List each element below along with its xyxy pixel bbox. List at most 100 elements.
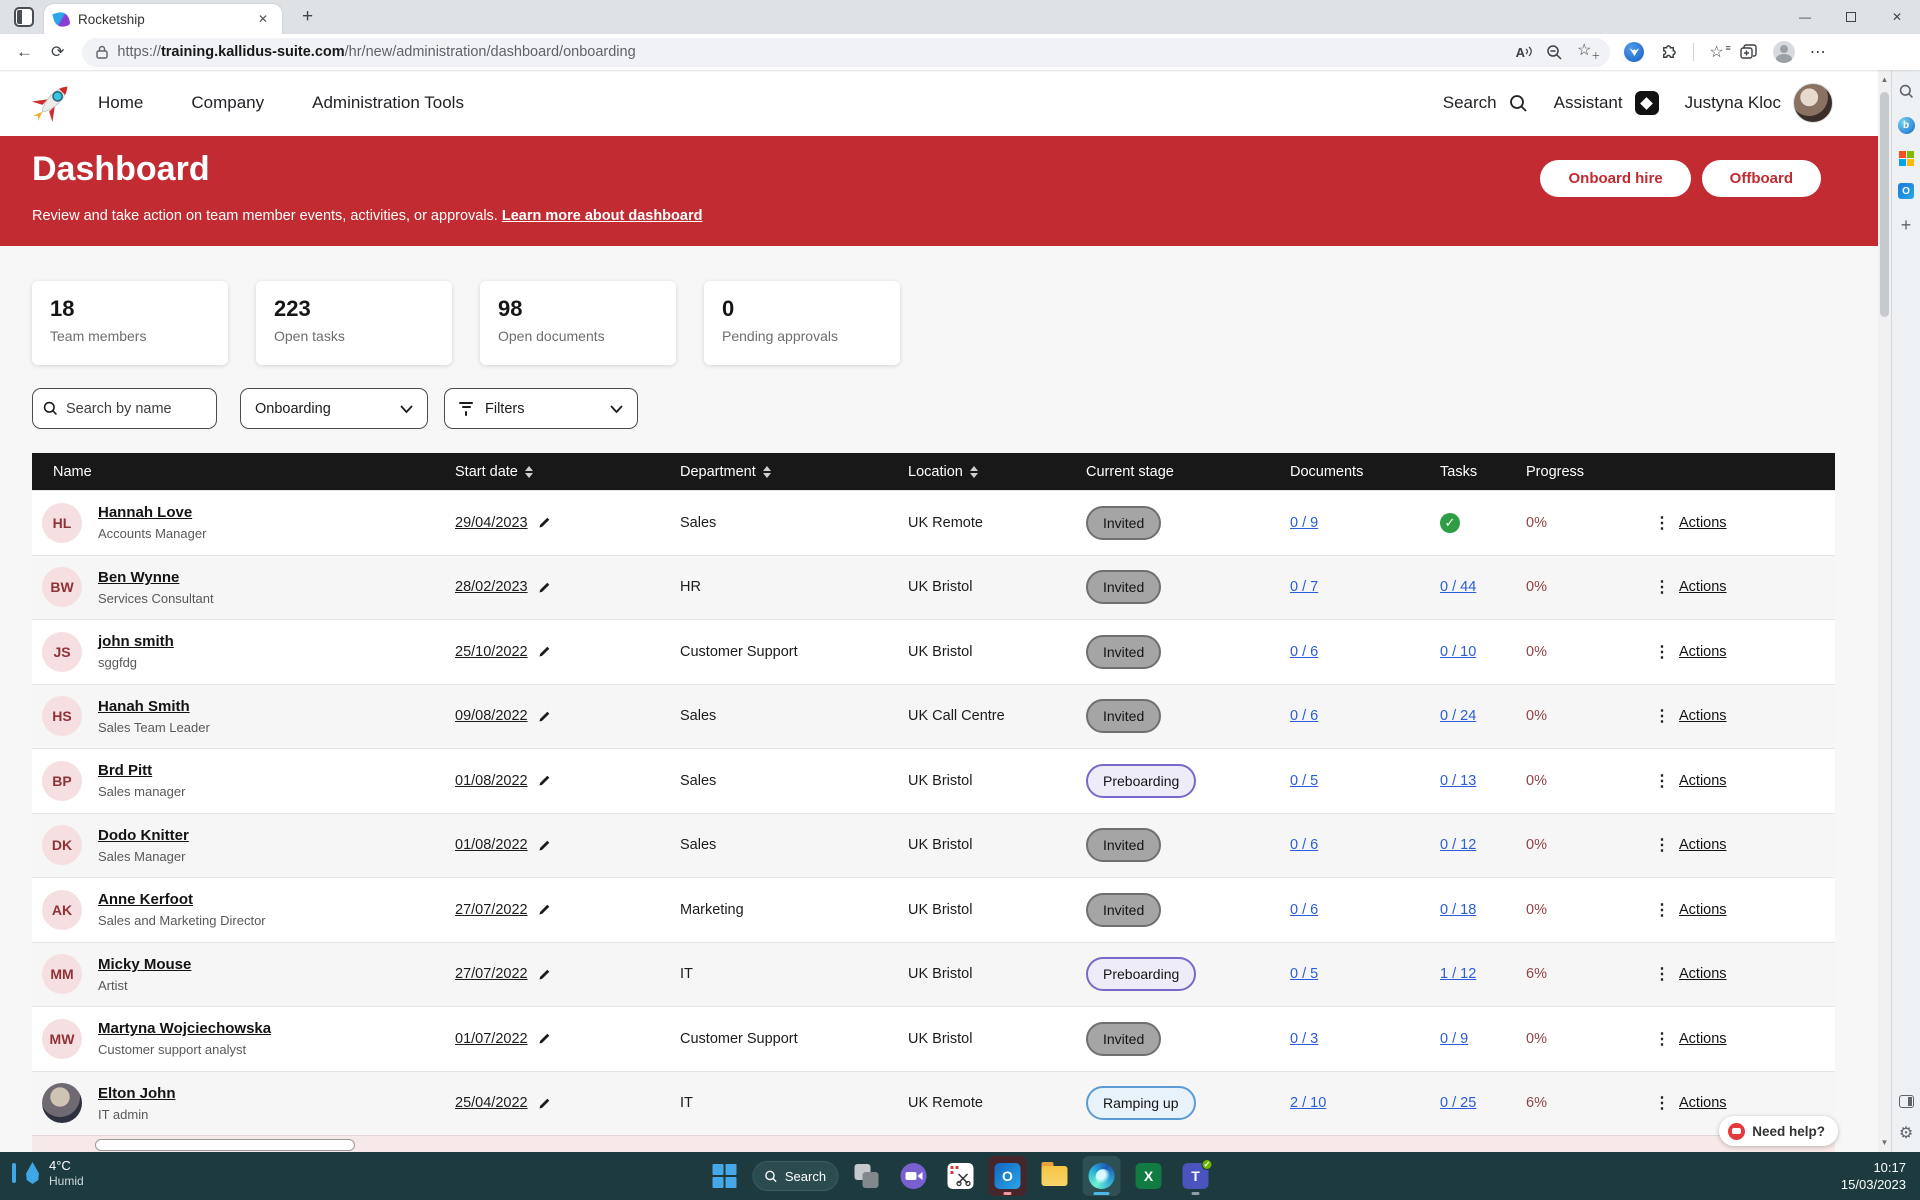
sidebar-search-icon[interactable]: [1897, 82, 1915, 100]
tasks-link[interactable]: 0 / 10: [1440, 644, 1476, 660]
tasks-link[interactable]: 0 / 24: [1440, 708, 1476, 724]
start-date-link[interactable]: 25/04/2022: [455, 1095, 528, 1111]
new-tab-button[interactable]: +: [296, 6, 319, 28]
tasks-link[interactable]: 0 / 9: [1440, 1031, 1468, 1047]
employee-name-link[interactable]: Brd Pitt: [98, 762, 152, 779]
kebab-icon[interactable]: ⋮: [1654, 1029, 1670, 1049]
search-by-name-box[interactable]: [32, 388, 217, 429]
edit-icon[interactable]: [538, 903, 551, 916]
need-help-button[interactable]: Need help?: [1719, 1116, 1838, 1146]
documents-link[interactable]: 0 / 6: [1290, 902, 1318, 918]
zoom-out-icon[interactable]: [1546, 44, 1563, 61]
documents-link[interactable]: 0 / 3: [1290, 1031, 1318, 1047]
outlook-button[interactable]: O: [989, 1156, 1027, 1196]
sidebar-m365-icon[interactable]: [1899, 151, 1914, 166]
start-date-link[interactable]: 29/04/2023: [455, 515, 528, 531]
minimize-button[interactable]: —: [1782, 0, 1828, 34]
tasks-link[interactable]: 0 / 25: [1440, 1095, 1476, 1111]
edit-icon[interactable]: [538, 1097, 551, 1110]
browser-menu-icon[interactable]: ⋯: [1810, 42, 1827, 62]
documents-link[interactable]: 0 / 9: [1290, 515, 1318, 531]
start-date-link[interactable]: 27/07/2022: [455, 966, 528, 982]
back-button[interactable]: ←: [16, 42, 33, 62]
nav-item-company[interactable]: Company: [191, 93, 264, 113]
kebab-icon[interactable]: ⋮: [1654, 513, 1670, 533]
address-bar[interactable]: https://training.kallidus-suite.com/hr/n…: [82, 38, 1610, 67]
user-avatar[interactable]: [1793, 83, 1833, 123]
file-explorer-button[interactable]: [1036, 1156, 1074, 1196]
column-header-start-date[interactable]: Start date: [447, 464, 672, 480]
kebab-icon[interactable]: ⋮: [1654, 771, 1670, 791]
tasks-link[interactable]: 0 / 44: [1440, 579, 1476, 595]
horizontal-scrollbar-thumb[interactable]: [95, 1139, 355, 1151]
employee-name-link[interactable]: Dodo Knitter: [98, 827, 189, 844]
start-date-link[interactable]: 28/02/2023: [455, 579, 528, 595]
taskbar-clock[interactable]: 10:17 15/03/2023: [1841, 1160, 1906, 1194]
read-aloud-icon[interactable]: A: [1516, 45, 1532, 60]
sidebar-copilot-icon[interactable]: b: [1898, 117, 1915, 134]
view-dropdown[interactable]: Onboarding: [240, 388, 428, 429]
employee-name-link[interactable]: Anne Kerfoot: [98, 891, 193, 908]
edit-icon[interactable]: [538, 839, 551, 852]
employee-name-link[interactable]: Elton John: [98, 1085, 176, 1102]
documents-link[interactable]: 0 / 5: [1290, 773, 1318, 789]
actions-link[interactable]: Actions: [1679, 902, 1727, 918]
tasks-link[interactable]: 0 / 12: [1440, 837, 1476, 853]
kebab-icon[interactable]: ⋮: [1654, 706, 1670, 726]
add-favorite-icon[interactable]: ☆＋: [1577, 43, 1600, 61]
employee-name-link[interactable]: Micky Mouse: [98, 956, 191, 973]
scroll-up-icon[interactable]: ▲: [1878, 75, 1891, 84]
edit-icon[interactable]: [538, 968, 551, 981]
column-header-location[interactable]: Location: [900, 464, 1078, 480]
documents-link[interactable]: 0 / 7: [1290, 579, 1318, 595]
teams-button[interactable]: T✓: [1177, 1156, 1215, 1196]
employee-name-link[interactable]: Hanah Smith: [98, 698, 190, 715]
gear-icon[interactable]: ⚙: [1897, 1124, 1915, 1142]
search-input[interactable]: [66, 401, 206, 417]
edge-button[interactable]: [1083, 1156, 1121, 1196]
start-date-link[interactable]: 25/10/2022: [455, 644, 528, 660]
close-button[interactable]: ✕: [1874, 0, 1920, 34]
actions-link[interactable]: Actions: [1679, 1031, 1727, 1047]
collections-icon[interactable]: [1739, 43, 1758, 62]
column-header-department[interactable]: Department: [672, 464, 900, 480]
start-date-link[interactable]: 27/07/2022: [455, 902, 528, 918]
nav-item-home[interactable]: Home: [98, 93, 143, 113]
scroll-down-icon[interactable]: ▼: [1878, 1138, 1891, 1147]
learn-more-link[interactable]: Learn more about dashboard: [502, 208, 703, 224]
refresh-button[interactable]: ⟳: [51, 42, 64, 62]
kebab-icon[interactable]: ⋮: [1654, 900, 1670, 920]
actions-link[interactable]: Actions: [1679, 515, 1727, 531]
documents-link[interactable]: 0 / 5: [1290, 966, 1318, 982]
offboard-button[interactable]: Offboard: [1702, 160, 1821, 197]
taskbar-search[interactable]: Search: [753, 1161, 839, 1191]
documents-link[interactable]: 0 / 6: [1290, 837, 1318, 853]
kebab-icon[interactable]: ⋮: [1654, 964, 1670, 984]
edit-icon[interactable]: [538, 1032, 551, 1045]
sort-icon[interactable]: [525, 466, 533, 478]
extensions-icon[interactable]: [1659, 43, 1678, 62]
actions-link[interactable]: Actions: [1679, 837, 1727, 853]
maximize-button[interactable]: [1828, 0, 1874, 34]
kebab-icon[interactable]: ⋮: [1654, 1093, 1670, 1113]
sidebar-add-icon[interactable]: +: [1897, 216, 1915, 234]
browser-profile-icon[interactable]: [1773, 41, 1795, 63]
sidebar-outlook-icon[interactable]: O: [1898, 183, 1914, 199]
page-scrollbar[interactable]: ▲ ▼: [1878, 70, 1891, 1152]
nav-item-administration-tools[interactable]: Administration Tools: [312, 93, 464, 113]
edit-icon[interactable]: [538, 516, 551, 529]
onboard-hire-button[interactable]: Onboard hire: [1540, 160, 1690, 197]
excel-button[interactable]: X: [1130, 1156, 1168, 1196]
kebab-icon[interactable]: ⋮: [1654, 577, 1670, 597]
tasks-link[interactable]: 0 / 18: [1440, 902, 1476, 918]
employee-name-link[interactable]: john smith: [98, 633, 174, 650]
employee-name-link[interactable]: Hannah Love: [98, 504, 192, 521]
edit-icon[interactable]: [538, 774, 551, 787]
sidebar-customize-icon[interactable]: [1899, 1095, 1914, 1108]
actions-link[interactable]: Actions: [1679, 579, 1727, 595]
extension-badge-icon[interactable]: [1624, 42, 1644, 62]
tab-actions-icon[interactable]: [14, 7, 34, 27]
actions-link[interactable]: Actions: [1679, 708, 1727, 724]
task-view-button[interactable]: [848, 1156, 886, 1196]
actions-link[interactable]: Actions: [1679, 644, 1727, 660]
